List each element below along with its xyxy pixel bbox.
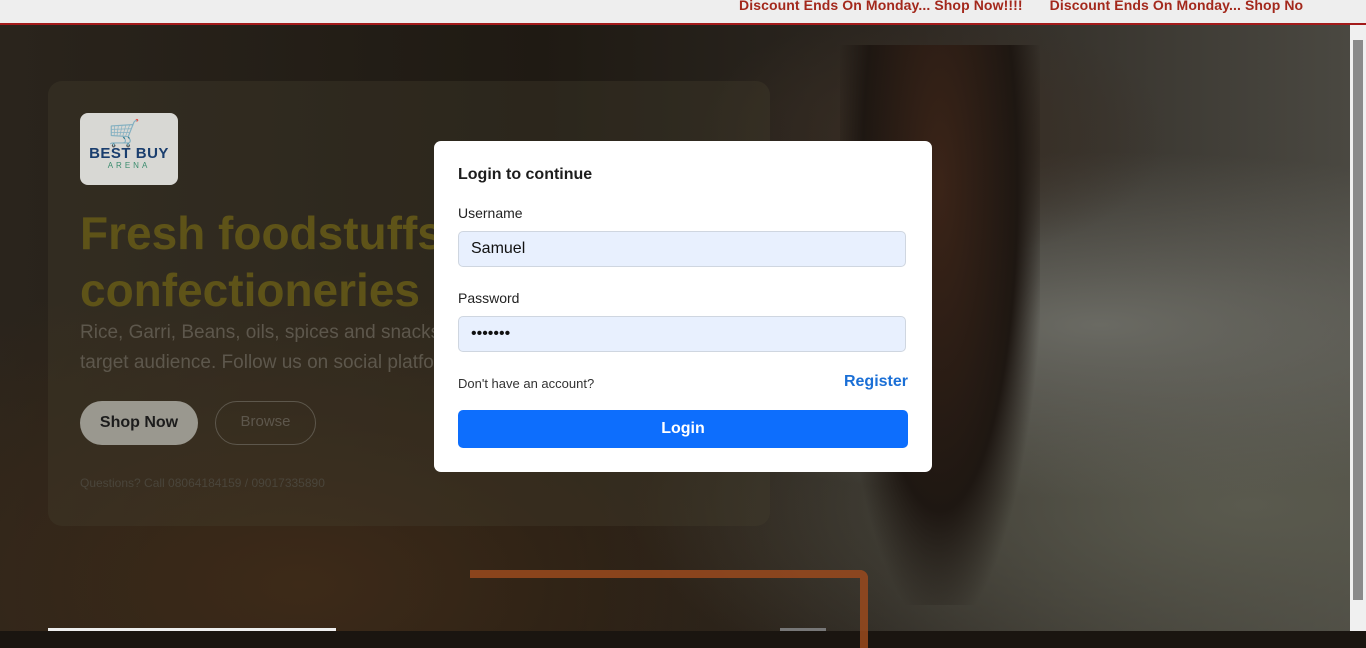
logo-title: BEST BUY (89, 145, 169, 162)
announcement-marquee: Discount Ends On Monday... Shop Now!!!! D… (739, 0, 1330, 13)
brand-logo: 🛒 BEST BUY ARENA (80, 113, 178, 185)
password-input[interactable] (458, 316, 906, 352)
account-prompt: Don't have an account? (458, 376, 595, 391)
username-label: Username (458, 205, 523, 221)
announcement-text: Discount Ends On Monday... Shop Now!!!! (739, 0, 1023, 13)
contact-info: Questions? Call 08064184159 / 0901733589… (80, 476, 325, 490)
browse-button[interactable]: Browse (215, 401, 316, 445)
logo-subtitle: ARENA (107, 161, 151, 170)
username-input[interactable] (458, 231, 906, 267)
hero-photo-cart (470, 570, 868, 648)
announcement-bar: Discount Ends On Monday... Shop Now!!!! D… (0, 0, 1366, 25)
login-modal: Login to continue Username Password Don'… (434, 141, 932, 472)
shop-now-button[interactable]: Shop Now (80, 401, 198, 445)
modal-title: Login to continue (458, 166, 593, 183)
register-link[interactable]: Register (844, 373, 908, 391)
scrollbar-thumb[interactable] (1353, 40, 1363, 600)
login-button[interactable]: Login (458, 410, 908, 448)
password-label: Password (458, 290, 520, 306)
announcement-text: Discount Ends On Monday... Shop No (1049, 0, 1304, 13)
